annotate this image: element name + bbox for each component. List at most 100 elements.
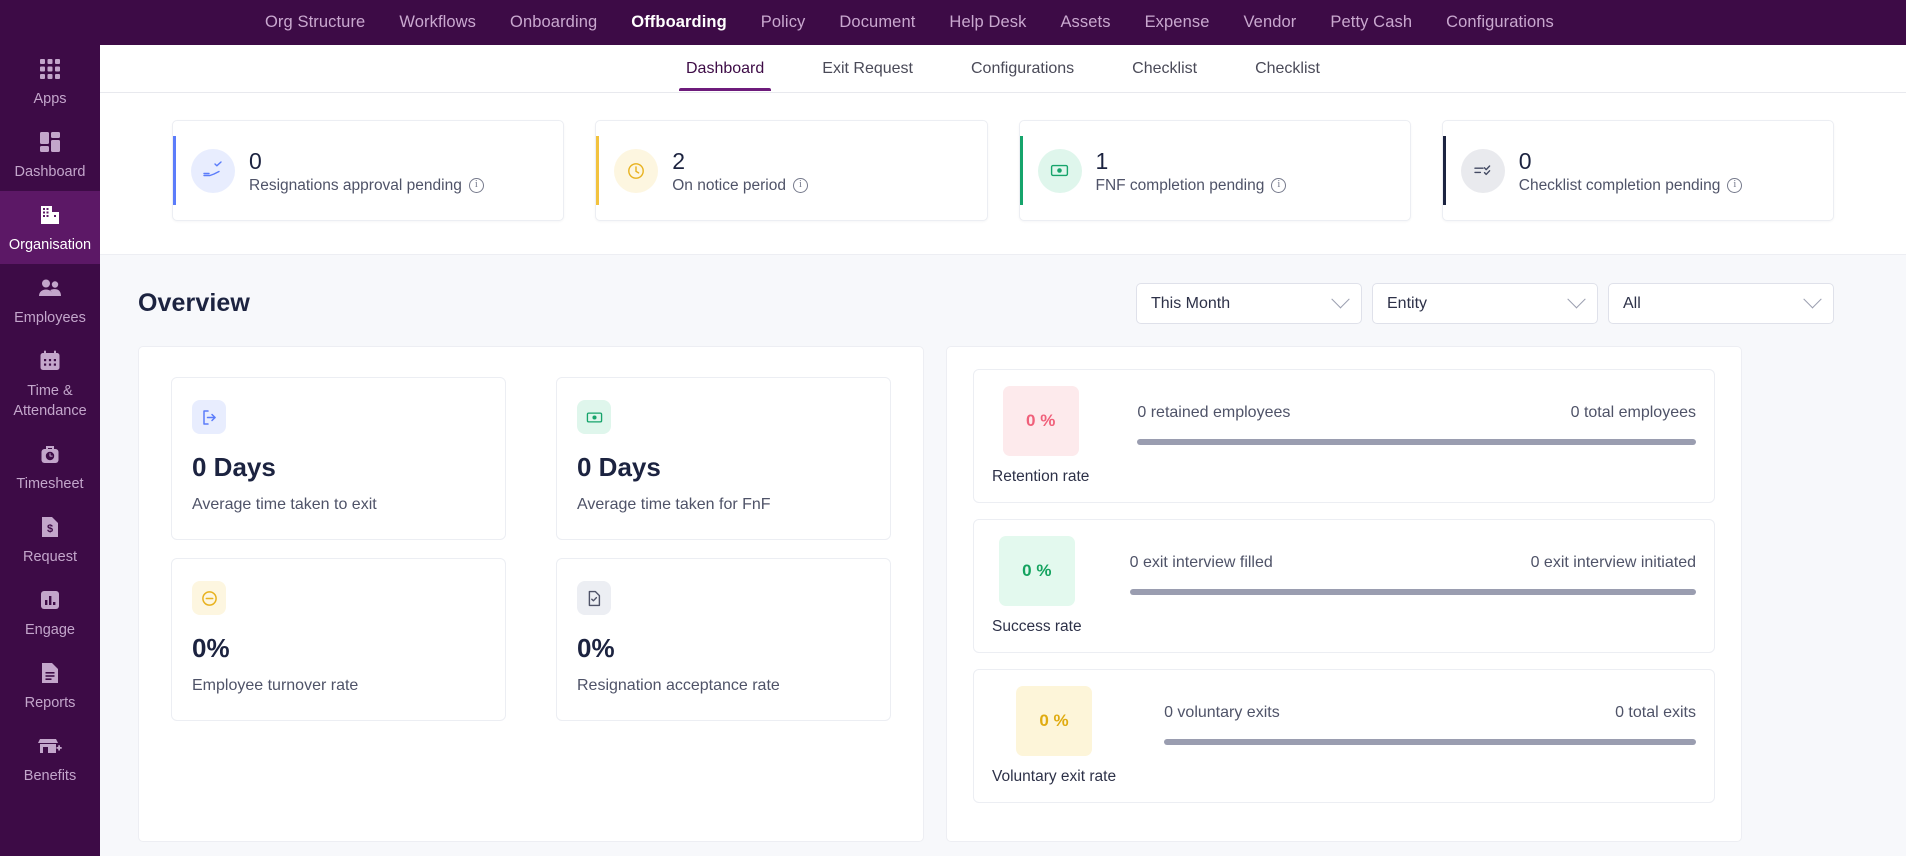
top-nav-list: Org Structure Workflows Onboarding Offbo… bbox=[248, 13, 1571, 32]
metric-value: 0 Days bbox=[577, 452, 661, 482]
topnav-item-onboarding[interactable]: Onboarding bbox=[493, 13, 614, 32]
metric-card-average-time-to-exit[interactable]: 0 Days Average time taken to exit bbox=[171, 377, 506, 540]
info-icon[interactable]: i bbox=[793, 178, 808, 193]
kpi-card-resignations-approval-pending[interactable]: 0 Resignations approval pending i bbox=[172, 120, 565, 221]
topnav-item-petty-cash[interactable]: Petty Cash bbox=[1313, 13, 1429, 32]
chevron-down-icon bbox=[1803, 290, 1822, 309]
kpi-label: Resignations approval pending i bbox=[249, 177, 484, 195]
rate-left-stat: 0 exit interview filled bbox=[1129, 554, 1273, 571]
rates-panel: 0 % Retention rate 0 retained employees … bbox=[946, 346, 1742, 842]
info-icon[interactable]: i bbox=[1271, 178, 1287, 193]
metric-card-average-time-for-fnf[interactable]: 0 Days Average time taken for FnF bbox=[556, 377, 891, 540]
sidebar-item-label: Employees bbox=[14, 310, 86, 326]
topnav-item-policy[interactable]: Policy bbox=[744, 13, 823, 32]
kpi-label-text: FNF completion pending bbox=[1095, 176, 1265, 194]
scope-select[interactable]: All bbox=[1608, 283, 1834, 324]
status-badge: 0 % bbox=[998, 536, 1075, 606]
topnav-item-configurations[interactable]: Configurations bbox=[1429, 13, 1571, 32]
rate-badge-wrap: 0 % Voluntary exit rate bbox=[992, 686, 1116, 786]
entity-select[interactable]: Entity bbox=[1372, 283, 1598, 324]
kpi-card-fnf-completion-pending[interactable]: 1 FNF completion pending i bbox=[1018, 120, 1411, 221]
sidebar-item-label: Reports bbox=[24, 695, 76, 711]
period-select[interactable]: This Month bbox=[1136, 283, 1362, 324]
sidebar-item-label: Time & Attendance bbox=[13, 383, 87, 419]
metrics-panel: 0 Days Average time taken to exit 0 Days… bbox=[138, 346, 924, 842]
metric-card-employee-turnover-rate[interactable]: 0% Employee turnover rate bbox=[171, 558, 506, 721]
sidebar-item-engage[interactable]: Engage bbox=[0, 576, 100, 649]
sidebar-item-label: Benefits bbox=[23, 768, 77, 784]
tab-exit-request[interactable]: Exit Request bbox=[793, 46, 942, 91]
kpi-accent-bar bbox=[1019, 136, 1023, 205]
topnav-item-expense[interactable]: Expense bbox=[1128, 13, 1227, 32]
topnav-item-offboarding[interactable]: Offboarding bbox=[614, 13, 744, 32]
kpi-label: FNF completion pending i bbox=[1096, 177, 1287, 195]
sidebar-item-time-attendance[interactable]: Time & Attendance bbox=[0, 337, 100, 430]
rate-name: Success rate bbox=[992, 618, 1082, 635]
kpi-label: On notice period i bbox=[672, 177, 808, 195]
progress-bar bbox=[1129, 589, 1696, 595]
kpi-value: 1 bbox=[1095, 147, 1109, 174]
sidebar-item-label: Timesheet bbox=[16, 476, 84, 492]
topnav-item-assets[interactable]: Assets bbox=[1043, 13, 1127, 32]
page-title: Overview bbox=[138, 289, 250, 317]
rate-card-voluntary-exit-rate[interactable]: 0 % Voluntary exit rate 0 voluntary exit… bbox=[973, 669, 1715, 803]
rate-stat-row: 0 voluntary exits 0 total exits bbox=[1164, 704, 1696, 722]
sidebar-item-organisation[interactable]: Organisation bbox=[0, 191, 100, 264]
rate-card-retention-rate[interactable]: 0 % Retention rate 0 retained employees … bbox=[973, 369, 1715, 503]
metric-label: Resignation acceptance rate bbox=[577, 677, 780, 694]
topnav-item-workflows[interactable]: Workflows bbox=[382, 13, 493, 32]
tab-configurations[interactable]: Configurations bbox=[942, 46, 1103, 91]
kpi-card-strip: 0 Resignations approval pending i 2 On n… bbox=[100, 93, 1906, 255]
sidebar-item-label: Engage bbox=[25, 622, 75, 638]
topnav-item-vendor[interactable]: Vendor bbox=[1226, 13, 1313, 32]
minus-circle-icon bbox=[192, 581, 226, 615]
tab-dashboard[interactable]: Dashboard bbox=[657, 46, 793, 91]
kpi-value: 0 bbox=[1518, 147, 1532, 174]
sidebar-item-apps[interactable]: Apps bbox=[0, 45, 100, 118]
sidebar-item-label: Request bbox=[22, 549, 77, 565]
sidebar-item-employees[interactable]: Employees bbox=[0, 264, 100, 337]
bar-chart-icon bbox=[37, 587, 63, 613]
topnav-item-help-desk[interactable]: Help Desk bbox=[932, 13, 1043, 32]
metric-label: Employee turnover rate bbox=[192, 677, 359, 694]
scope-select-value: All bbox=[1623, 294, 1641, 312]
rate-right-stat: 0 total employees bbox=[1570, 404, 1696, 421]
topnav-item-org-structure[interactable]: Org Structure bbox=[248, 13, 382, 32]
status-badge: 0 % bbox=[1002, 386, 1079, 456]
calendar-icon bbox=[37, 348, 63, 374]
kpi-label-text: Resignations approval pending bbox=[249, 176, 462, 194]
rate-right-stat: 0 exit interview initiated bbox=[1530, 554, 1696, 571]
sidebar-item-timesheet[interactable]: Timesheet bbox=[0, 430, 100, 503]
metric-label: Average time taken for FnF bbox=[577, 496, 771, 513]
tab-checklist-2[interactable]: Checklist bbox=[1226, 46, 1349, 91]
rate-left-stat: 0 retained employees bbox=[1137, 404, 1291, 421]
tab-checklist-1[interactable]: Checklist bbox=[1103, 46, 1226, 91]
kpi-label: Checklist completion pending i bbox=[1519, 177, 1743, 195]
document-check-icon bbox=[577, 581, 611, 615]
sidebar-item-reports[interactable]: Reports bbox=[0, 649, 100, 722]
metric-value: 0 Days bbox=[192, 452, 276, 482]
topnav-item-document[interactable]: Document bbox=[822, 13, 932, 32]
sidebar-item-label: Apps bbox=[33, 91, 67, 107]
metric-card-resignation-acceptance-rate[interactable]: 0% Resignation acceptance rate bbox=[556, 558, 891, 721]
metric-value: 0% bbox=[192, 633, 230, 663]
metric-grid: 0 Days Average time taken to exit 0 Days… bbox=[171, 377, 891, 721]
progress-bar bbox=[1164, 739, 1696, 745]
rate-badge-wrap: 0 % Success rate bbox=[992, 536, 1082, 636]
overview-header: Overview This Month Entity All bbox=[100, 255, 1906, 346]
kpi-card-on-notice-period[interactable]: 2 On notice period i bbox=[595, 120, 988, 221]
info-icon[interactable]: i bbox=[468, 178, 484, 193]
rate-stats: 0 exit interview filled 0 exit interview… bbox=[1129, 536, 1696, 595]
money-note-icon bbox=[1037, 148, 1082, 193]
sidebar-item-dashboard[interactable]: Dashboard bbox=[0, 118, 100, 191]
sidebar-item-request[interactable]: $ Request bbox=[0, 503, 100, 576]
sidebar-item-benefits[interactable]: Benefits bbox=[0, 722, 100, 795]
rate-right-stat: 0 total exits bbox=[1615, 704, 1696, 721]
overview-body: 0 Days Average time taken to exit 0 Days… bbox=[100, 346, 1906, 842]
metric-label: Average time taken to exit bbox=[192, 496, 377, 513]
rate-card-success-rate[interactable]: 0 % Success rate 0 exit interview filled… bbox=[973, 519, 1715, 653]
sub-tab-bar: Dashboard Exit Request Configurations Ch… bbox=[100, 45, 1906, 93]
kpi-card-checklist-completion-pending[interactable]: 0 Checklist completion pending i bbox=[1441, 120, 1834, 221]
info-icon[interactable]: i bbox=[1727, 178, 1743, 193]
sidebar-item-label: Organisation bbox=[8, 237, 92, 253]
